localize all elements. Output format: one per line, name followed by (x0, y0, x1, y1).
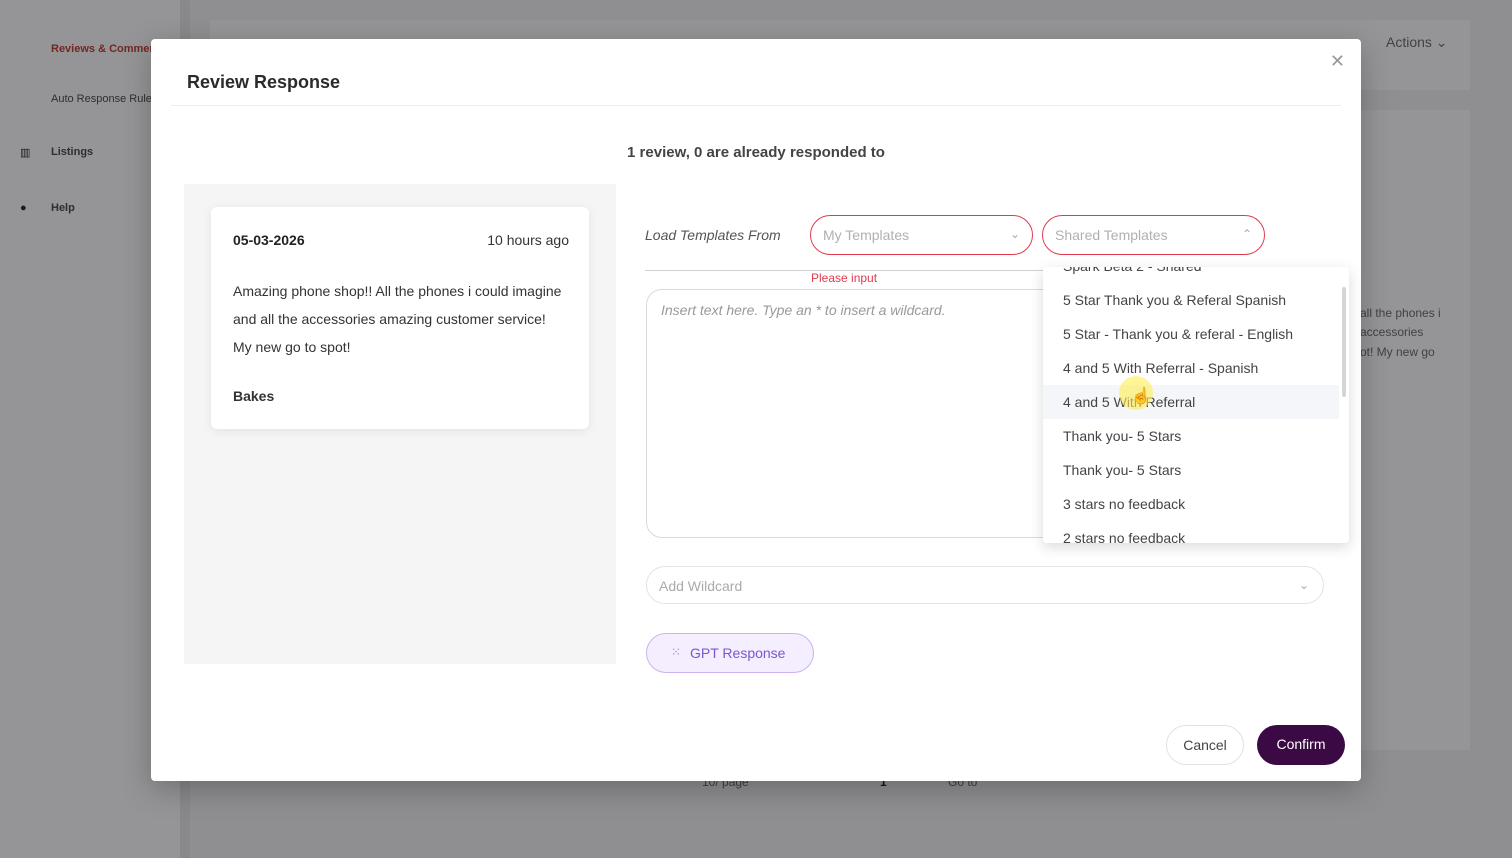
dropdown-item[interactable]: Thank you- 5 Stars (1043, 453, 1339, 487)
my-templates-select[interactable]: My Templates ⌄ (810, 215, 1033, 255)
review-author: Bakes (233, 388, 275, 404)
confirm-label: Confirm (1276, 736, 1326, 752)
dropdown-item[interactable]: Thank you- 5 Stars (1043, 419, 1339, 453)
cancel-label: Cancel (1183, 737, 1227, 753)
review-response-modal: Review Response ✕ 1 review, 0 are alread… (151, 39, 1361, 781)
validation-error: Please input (811, 271, 878, 285)
load-templates-label: Load Templates From (645, 227, 781, 243)
review-text: Amazing phone shop!! All the phones i co… (233, 283, 562, 355)
shared-templates-select[interactable]: Shared Templates ⌃ (1042, 215, 1265, 255)
chevron-up-icon: ⌃ (1241, 227, 1252, 241)
confirm-button[interactable]: Confirm (1257, 725, 1345, 765)
chevron-down-icon: ⌄ (1009, 227, 1020, 241)
dropdown-item-hovered[interactable]: 4 and 5 With Referral (1043, 385, 1339, 419)
shared-templates-placeholder: Shared Templates (1055, 227, 1168, 243)
review-date: 05-03-2026 (233, 232, 305, 248)
add-wildcard-select[interactable]: Add Wildcard ⌄ (646, 566, 1324, 604)
response-textarea[interactable]: Insert text here. Type an * to insert a … (646, 289, 1106, 538)
review-list-panel: 05-03-2026 10 hours ago Amazing phone sh… (184, 184, 616, 664)
add-wildcard-placeholder: Add Wildcard (659, 578, 743, 594)
my-templates-placeholder: My Templates (823, 227, 910, 243)
dropdown-scrollbar[interactable] (1342, 287, 1346, 397)
review-card: 05-03-2026 10 hours ago Amazing phone sh… (211, 207, 589, 429)
gpt-response-button[interactable]: ⁙ GPT Response (646, 633, 814, 673)
dropdown-item[interactable]: 3 stars no feedback (1043, 487, 1339, 521)
shared-templates-dropdown: Spark Beta 2 - Shared 5 Star Thank you &… (1043, 267, 1349, 543)
modal-divider (171, 105, 1341, 106)
modal-title: Review Response (187, 72, 341, 92)
dropdown-item[interactable]: 4 and 5 With Referral - Spanish (1043, 351, 1339, 385)
review-time-ago: 10 hours ago (487, 232, 569, 248)
dropdown-item[interactable]: Spark Beta 2 - Shared (1043, 267, 1339, 283)
hand-cursor-icon: ☝ (1131, 388, 1151, 405)
dropdown-item[interactable]: 2 stars no feedback (1043, 521, 1339, 543)
gpt-response-label: GPT Response (690, 645, 786, 661)
dropdown-item[interactable]: 5 Star - Thank you & referal - English (1043, 317, 1339, 351)
review-summary: 1 review, 0 are already responded to (627, 144, 885, 161)
chevron-down-icon: ⌄ (1298, 578, 1309, 592)
cancel-button[interactable]: Cancel (1166, 725, 1244, 765)
dropdown-item[interactable]: 5 Star Thank you & Referal Spanish (1043, 283, 1339, 317)
close-icon[interactable]: ✕ (1330, 51, 1345, 72)
textarea-placeholder: Insert text here. Type an * to insert a … (661, 302, 946, 318)
sparkle-icon: ⁙ (671, 645, 682, 659)
